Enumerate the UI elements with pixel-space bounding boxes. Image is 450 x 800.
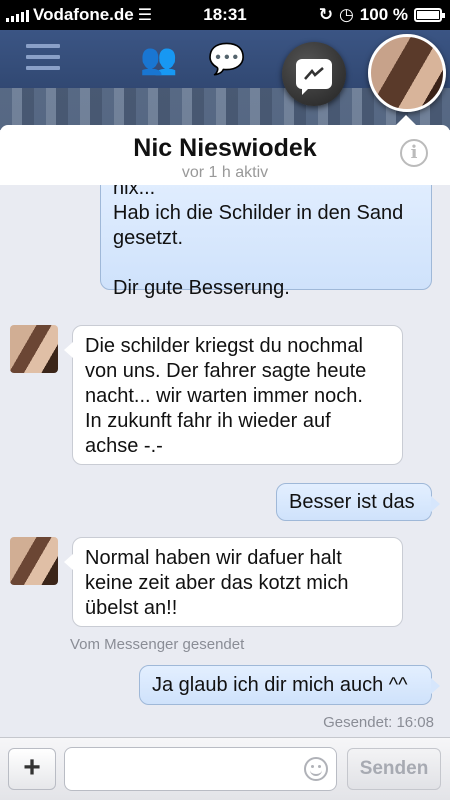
contact-name[interactable]: Nic Nieswiodek <box>0 134 450 163</box>
contact-avatar[interactable] <box>10 537 58 585</box>
message-text: Ja glaub ich dir mich auch ^^ <box>152 674 408 696</box>
contact-chat-head-avatar[interactable] <box>368 34 446 112</box>
message-text: nix... Hab ich die Schilder in den Sand … <box>113 185 404 299</box>
message-text: Die schilder kriegst du nochmal von uns.… <box>85 335 367 457</box>
messenger-icon <box>296 59 332 95</box>
emoji-icon[interactable] <box>304 757 328 781</box>
message-outgoing[interactable]: Ja glaub ich dir mich auch ^^ <box>139 665 440 705</box>
chat-header: Nic Nieswiodek vor 1 h aktiv i <box>0 115 450 185</box>
rotation-lock-icon: ↻ <box>318 5 333 24</box>
add-attachment-button[interactable]: + <box>8 748 56 790</box>
messenger-chat-head[interactable] <box>282 42 346 106</box>
message-incoming[interactable]: Die schilder kriegst du nochmal von uns.… <box>64 325 403 465</box>
message-list[interactable]: nix... Hab ich die Schilder in den Sand … <box>0 185 450 735</box>
info-icon[interactable]: i <box>400 139 428 167</box>
contact-activity: vor 1 h aktiv <box>181 164 269 181</box>
sent-via-note: Vom Messenger gesendet <box>70 636 245 653</box>
status-bar: Vodafone.de ☰ 18:31 ↻ ◷ 100 % <box>0 0 450 30</box>
alarm-icon: ◷ <box>338 5 354 24</box>
sent-timestamp: Gesendet: 16:08 <box>323 714 434 731</box>
status-right: ↻ ◷ 100 % <box>318 5 445 25</box>
message-composer: + Senden <box>0 737 450 800</box>
friend-requests-icon[interactable]: 👥 <box>140 42 177 77</box>
message-text: Besser ist das <box>289 491 415 513</box>
send-button[interactable]: Senden <box>347 748 441 790</box>
message-text: Normal haben wir dafuer halt keine zeit … <box>85 547 349 619</box>
menu-icon[interactable] <box>26 44 60 72</box>
message-input[interactable] <box>64 747 337 791</box>
message-outgoing[interactable]: nix... Hab ich die Schilder in den Sand … <box>100 185 432 299</box>
messages-icon[interactable]: 💬 <box>208 42 245 77</box>
contact-avatar[interactable] <box>10 325 58 373</box>
battery-percent: 100 % <box>359 5 408 24</box>
message-outgoing[interactable]: Besser ist das <box>276 483 440 521</box>
battery-icon <box>414 8 445 22</box>
message-incoming[interactable]: Normal haben wir dafuer halt keine zeit … <box>64 537 403 627</box>
